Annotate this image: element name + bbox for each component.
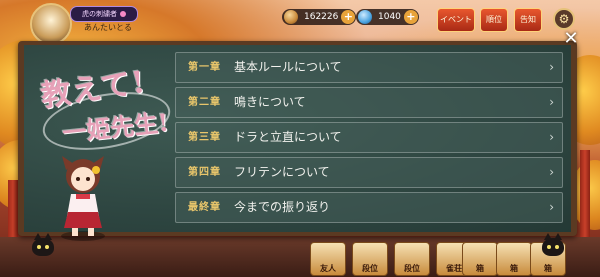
badge-gem-icon <box>120 11 126 17</box>
chapter-number: 第四章 <box>188 167 221 178</box>
shrine-pillar-right <box>580 150 590 250</box>
menu-box-button-2[interactable]: 箱 <box>496 242 532 276</box>
chapter-title: フリテンについて <box>234 165 330 179</box>
coin-icon <box>284 10 298 24</box>
chapter-item-2[interactable]: 第二章 鳴きについて › <box>175 87 563 118</box>
coin-value: 162226 <box>304 12 339 22</box>
menu-label: 箱 <box>544 264 552 273</box>
chapter-title: 基本ルールについて <box>234 60 342 74</box>
event-button[interactable]: イベント <box>437 8 475 32</box>
close-button[interactable]: ✕ <box>562 30 580 48</box>
player-name: あんたいとる <box>84 23 132 32</box>
chapter-item-1[interactable]: 第一章 基本ルールについて › <box>175 52 563 83</box>
black-cat-icon-right <box>542 233 564 256</box>
chapter-title: 鳴きについて <box>234 95 306 109</box>
cat-eye <box>37 245 41 249</box>
coin-counter: 162226 + <box>282 9 357 25</box>
menu-label: 段位 <box>362 264 378 273</box>
chapter-title: 今までの振り返り <box>234 200 331 214</box>
black-cat-icon-left <box>32 233 54 256</box>
chapter-title: ドラと立直について <box>234 130 342 144</box>
menu-friends-button[interactable]: 友人 <box>310 242 346 276</box>
menu-label: 箱 <box>510 264 518 273</box>
tutorial-logo: 教えて! 一姫先生! <box>34 58 175 159</box>
chapter-item-4[interactable]: 第四章 フリテンについて › <box>175 157 563 188</box>
teacher-character <box>61 156 105 241</box>
player-title-badge: 虎の刺繍者 <box>70 6 138 22</box>
add-coin-button[interactable]: + <box>341 10 356 24</box>
chevron-right-icon: › <box>549 130 554 144</box>
chevron-right-icon: › <box>549 95 554 109</box>
chevron-right-icon: › <box>549 200 554 214</box>
cat-eye <box>547 245 551 249</box>
player-title-text: 虎の刺繍者 <box>82 10 117 18</box>
menu-rank-button[interactable]: 段位 <box>352 242 388 276</box>
chapter-item-5[interactable]: 最終章 今までの振り返り › <box>175 192 563 223</box>
chapter-number: 第一章 <box>188 62 221 73</box>
cat-eye <box>555 245 559 249</box>
jade-icon <box>358 10 372 24</box>
chapter-number: 最終章 <box>188 202 221 213</box>
notice-button[interactable]: 告知 <box>514 8 542 32</box>
chapter-item-3[interactable]: 第三章 ドラと立直について › <box>175 122 563 153</box>
chevron-right-icon: › <box>549 60 554 74</box>
chevron-right-icon: › <box>549 165 554 179</box>
menu-label: 友人 <box>320 264 336 273</box>
menu-label: 段位 <box>404 264 420 273</box>
cat-eye <box>45 245 49 249</box>
menu-box-button-1[interactable]: 箱 <box>462 242 498 276</box>
settings-gear-icon[interactable]: ⚙ <box>553 8 575 30</box>
ranking-button[interactable]: 順位 <box>480 8 508 32</box>
add-jade-button[interactable]: + <box>403 10 418 24</box>
jade-counter: 1040 + <box>356 9 419 25</box>
jade-value: 1040 <box>378 12 401 22</box>
player-avatar[interactable] <box>30 3 72 45</box>
chapter-list: 第一章 基本ルールについて › 第二章 鳴きについて › 第三章 ドラと立直につ… <box>175 52 563 227</box>
chapter-number: 第三章 <box>188 132 221 143</box>
menu-rank-button-2[interactable]: 段位 <box>394 242 430 276</box>
chapter-number: 第二章 <box>188 97 221 108</box>
menu-label: 箱 <box>476 264 484 273</box>
